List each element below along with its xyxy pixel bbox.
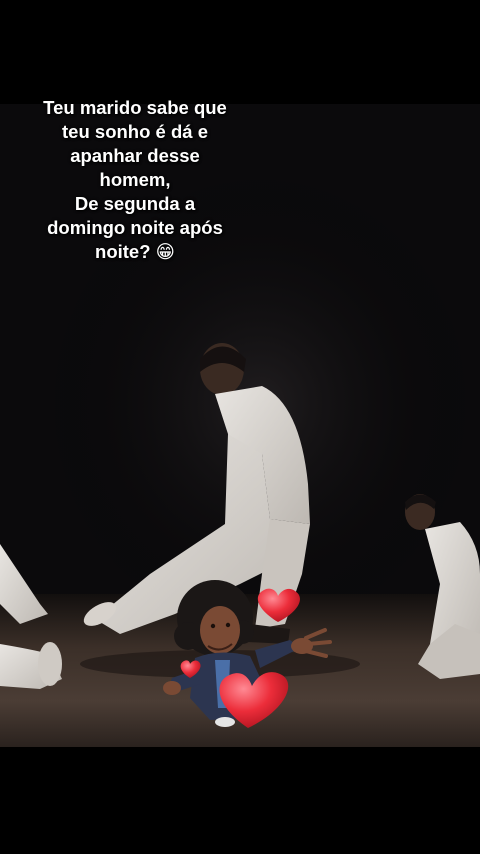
- caption-line: teu sonho é dá e: [62, 121, 208, 142]
- caption-line: domingo noite após: [47, 217, 223, 238]
- caption-line: noite? 😁: [95, 241, 175, 262]
- caption-text: Teu marido sabe que teu sonho é dá e apa…: [30, 96, 240, 264]
- bottom-letterbox-bar: [0, 747, 480, 854]
- caption-line: De segunda a: [74, 193, 196, 214]
- caption-line: homem,: [99, 169, 171, 190]
- caption-line: Teu marido sabe que: [43, 97, 227, 118]
- heart-icon-top: [257, 588, 300, 622]
- top-letterbox-bar: [0, 0, 480, 104]
- memoji-hug-hearts-sticker[interactable]: [160, 578, 335, 733]
- caption-line: apanhar desse: [70, 145, 200, 166]
- sticker-graphic: [163, 580, 332, 728]
